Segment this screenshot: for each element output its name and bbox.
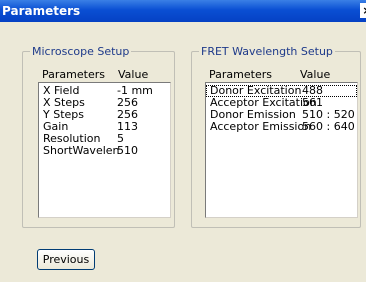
close-icon[interactable]: × — [360, 3, 366, 18]
param-name: Acceptor Emission — [210, 120, 312, 133]
fret-col-value: Value — [300, 68, 331, 81]
parameters-window: Parameters × Microscope Setup Parameters… — [0, 0, 366, 282]
param-value: 560 : 640 — [302, 120, 355, 133]
previous-button[interactable]: Previous — [37, 249, 95, 270]
microscope-col-parameters: Parameters — [42, 68, 105, 81]
param-name: ShortWavelen — [43, 144, 120, 157]
list-item[interactable]: Acceptor Emission 560 : 640 — [206, 121, 357, 133]
fret-col-parameters: Parameters — [209, 68, 272, 81]
fret-setup-legend: FRET Wavelength Setup — [199, 45, 335, 58]
param-value: 510 — [117, 144, 138, 157]
microscope-col-value: Value — [118, 68, 149, 81]
list-item[interactable]: ShortWavelen 510 — [39, 145, 170, 157]
microscope-list[interactable]: X Field -1 mm X Steps 256 Y Steps 256 Gain 1… — [38, 82, 171, 218]
title-bar[interactable]: Parameters × — [0, 0, 366, 22]
window-title: Parameters — [2, 4, 81, 18]
fret-list[interactable]: Donor Excitation 488 Acceptor Excitation 5… — [205, 82, 358, 218]
microscope-setup-legend: Microscope Setup — [30, 45, 132, 58]
